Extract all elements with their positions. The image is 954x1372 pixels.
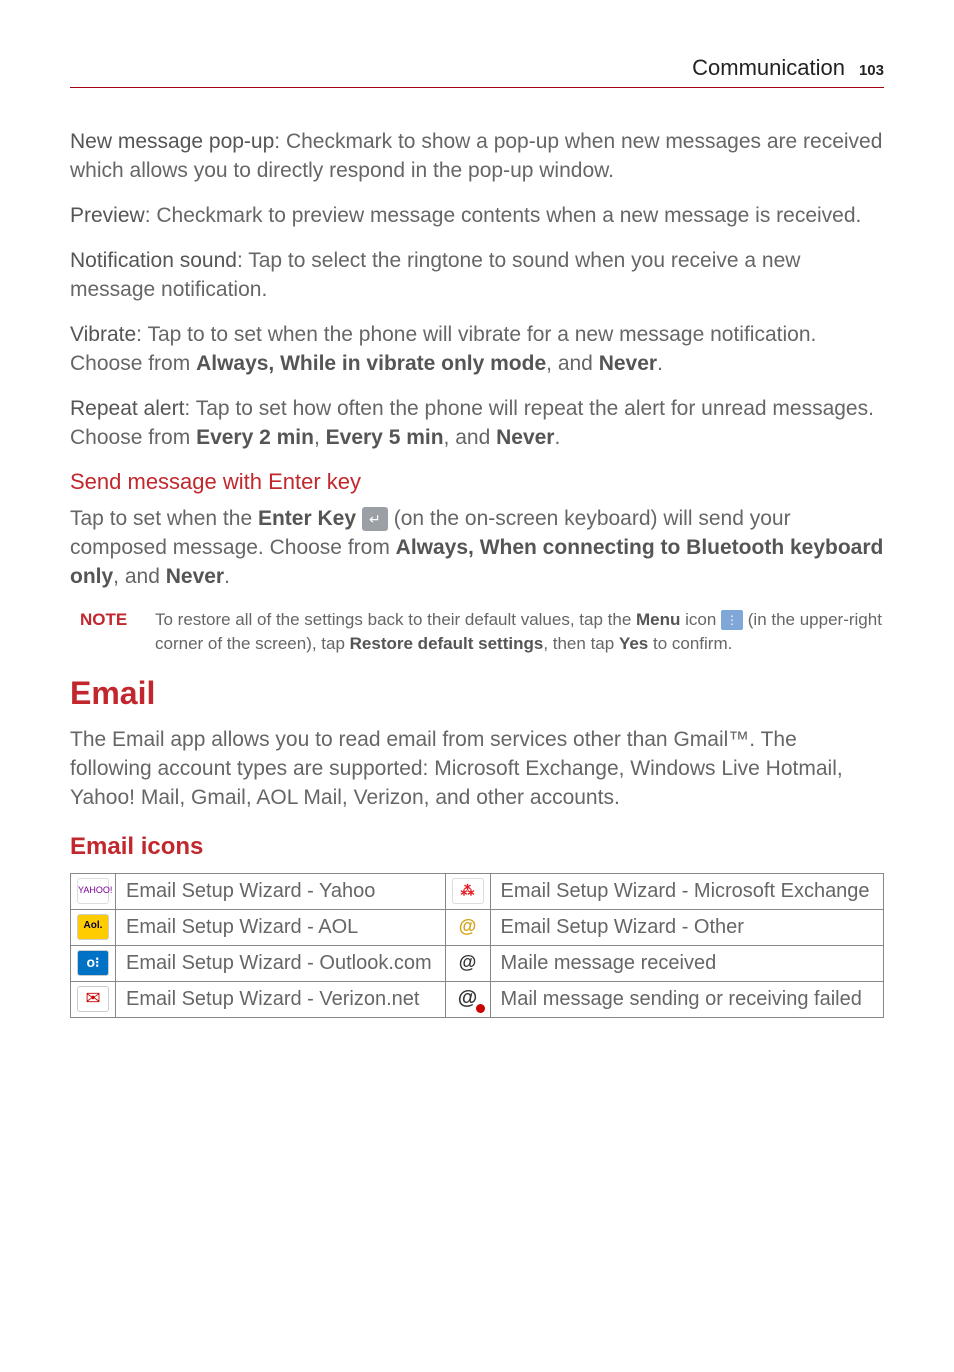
cell-text: Email Setup Wizard - AOL bbox=[116, 909, 446, 945]
subheading-enter-key: Send message with Enter key bbox=[70, 469, 884, 495]
note-label: NOTE bbox=[70, 608, 155, 657]
note-text: To restore all of the settings back to t… bbox=[155, 608, 884, 657]
bold: Enter Key bbox=[258, 507, 356, 530]
mail-received-icon: @ bbox=[453, 951, 483, 975]
cell-text: Email Setup Wizard - Verizon.net bbox=[116, 981, 446, 1017]
note-block: NOTE To restore all of the settings back… bbox=[70, 608, 884, 657]
bold: Never bbox=[599, 352, 657, 375]
text: . bbox=[554, 426, 560, 449]
bold: Never bbox=[166, 565, 224, 588]
heading-email: Email bbox=[70, 675, 884, 712]
heading-email-icons: Email icons bbox=[70, 833, 884, 861]
text: , then tap bbox=[543, 634, 619, 653]
bold: Every 2 min bbox=[196, 426, 314, 449]
text: To restore all of the settings back to t… bbox=[155, 610, 636, 629]
text: Tap to set when the bbox=[70, 507, 258, 530]
text: , and bbox=[113, 565, 166, 588]
term-vibrate: Vibrate bbox=[70, 323, 136, 346]
outlook-icon: o⁝ bbox=[77, 950, 109, 976]
verizon-icon: ✉ bbox=[77, 986, 109, 1012]
para-email-intro: The Email app allows you to read email f… bbox=[70, 726, 884, 813]
header-section-title: Communication bbox=[692, 55, 845, 81]
at-glyph: @ bbox=[458, 987, 478, 1009]
term-notification-sound: Notification sound bbox=[70, 249, 237, 272]
text: : Checkmark to preview message contents … bbox=[145, 204, 862, 227]
page-header: Communication 103 bbox=[70, 55, 884, 88]
bold: Never bbox=[496, 426, 554, 449]
term-preview: Preview bbox=[70, 204, 145, 227]
menu-icon: ⋮ bbox=[721, 610, 743, 630]
other-email-icon: @ bbox=[453, 915, 483, 939]
cell-text: Mail message sending or receiving failed bbox=[490, 981, 883, 1017]
bold: Restore default settings bbox=[350, 634, 544, 653]
table-row: ✉ Email Setup Wizard - Verizon.net @ Mai… bbox=[71, 981, 884, 1017]
text: , and bbox=[444, 426, 497, 449]
bold: Always, While in vibrate only mode bbox=[196, 352, 546, 375]
cell-text: Email Setup Wizard - Other bbox=[490, 909, 883, 945]
mail-failed-icon: @ bbox=[453, 987, 483, 1011]
bold: Menu bbox=[636, 610, 680, 629]
para-vibrate: Vibrate: Tap to to set when the phone wi… bbox=[70, 321, 884, 379]
cell-text: Email Setup Wizard - Microsoft Exchange bbox=[490, 873, 883, 909]
yahoo-icon: YAHOO! bbox=[77, 878, 109, 904]
bold: Yes bbox=[619, 634, 648, 653]
cell-text: Email Setup Wizard - Yahoo bbox=[116, 873, 446, 909]
text: . bbox=[224, 565, 230, 588]
para-preview: Preview: Checkmark to preview message co… bbox=[70, 202, 884, 231]
icon-cell: Aol. bbox=[71, 909, 116, 945]
text: . bbox=[657, 352, 663, 375]
text: , and bbox=[546, 352, 599, 375]
table-row: Aol. Email Setup Wizard - AOL @ Email Se… bbox=[71, 909, 884, 945]
para-enter-key: Tap to set when the Enter Key ↵ (on the … bbox=[70, 505, 884, 592]
cell-text: Maile message received bbox=[490, 945, 883, 981]
icon-cell: YAHOO! bbox=[71, 873, 116, 909]
error-dot-icon bbox=[476, 1004, 485, 1013]
icon-cell: ⁂ bbox=[445, 873, 490, 909]
cell-text: Email Setup Wizard - Outlook.com bbox=[116, 945, 446, 981]
microsoft-exchange-icon: ⁂ bbox=[452, 878, 484, 904]
table-row: YAHOO! Email Setup Wizard - Yahoo ⁂ Emai… bbox=[71, 873, 884, 909]
header-page-number: 103 bbox=[859, 62, 884, 79]
table-row: o⁝ Email Setup Wizard - Outlook.com @ Ma… bbox=[71, 945, 884, 981]
email-icons-table: YAHOO! Email Setup Wizard - Yahoo ⁂ Emai… bbox=[70, 873, 884, 1018]
bold: Every 5 min bbox=[326, 426, 444, 449]
term-repeat-alert: Repeat alert bbox=[70, 397, 184, 420]
icon-cell: @ bbox=[445, 945, 490, 981]
icon-cell: @ bbox=[445, 981, 490, 1017]
text: to confirm. bbox=[648, 634, 732, 653]
enter-key-icon: ↵ bbox=[362, 507, 388, 531]
term-new-message-popup: New message pop-up bbox=[70, 130, 274, 153]
text: , bbox=[314, 426, 326, 449]
text: icon bbox=[680, 610, 721, 629]
para-repeat-alert: Repeat alert: Tap to set how often the p… bbox=[70, 395, 884, 453]
icon-cell: @ bbox=[445, 909, 490, 945]
icon-cell: ✉ bbox=[71, 981, 116, 1017]
para-new-message-popup: New message pop-up: Checkmark to show a … bbox=[70, 128, 884, 186]
icon-cell: o⁝ bbox=[71, 945, 116, 981]
para-notification-sound: Notification sound: Tap to select the ri… bbox=[70, 247, 884, 305]
aol-icon: Aol. bbox=[77, 914, 109, 940]
